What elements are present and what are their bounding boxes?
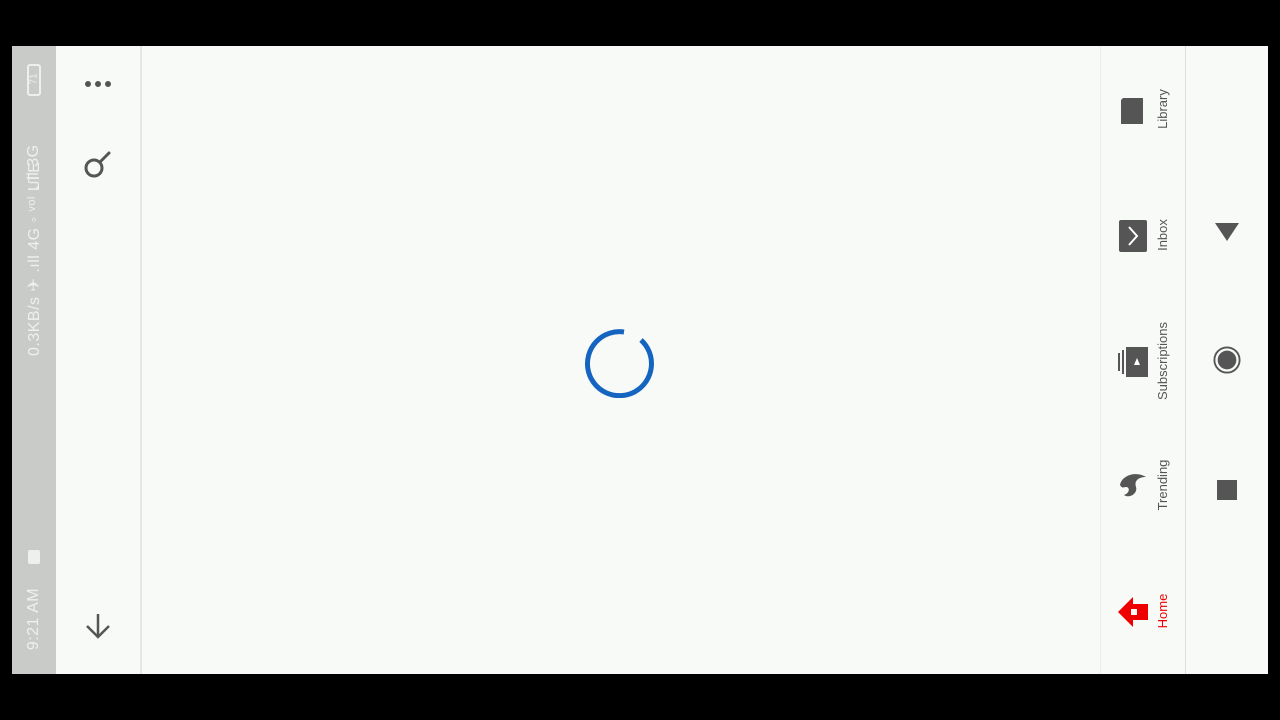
nav-label-subscriptions: Subscriptions — [1155, 321, 1170, 401]
home-circle-icon[interactable] — [1213, 346, 1241, 374]
system-navigation-bar — [1186, 46, 1268, 674]
device-screen: 71 .ıll 3G 0.3KB/s ✈ .ıll 4G ◦ ᵛᵒˡ LTE 9… — [12, 46, 1268, 674]
battery-icon: 71 — [27, 64, 41, 96]
nav-item-inbox[interactable]: Inbox — [1101, 180, 1185, 290]
network-speed-text: 0.3KB/s ✈ .ıll 4G ◦ ᵛᵒˡ LTE — [26, 161, 43, 356]
library-icon — [1115, 92, 1151, 128]
home-icon — [1115, 594, 1151, 630]
loading-spinner — [584, 329, 654, 398]
status-bar: 71 .ıll 3G 0.3KB/s ✈ .ıll 4G ◦ ᵛᵒˡ LTE 9… — [12, 46, 56, 674]
nav-item-trending[interactable]: Trending — [1101, 430, 1185, 540]
arrow-down-icon[interactable] — [80, 608, 116, 644]
more-dots-icon[interactable] — [80, 66, 116, 102]
nav-item-subscriptions[interactable]: Subscriptions — [1101, 306, 1185, 416]
back-triangle-icon[interactable] — [1213, 218, 1241, 246]
nav-label-home: Home — [1155, 593, 1170, 629]
nav-label-inbox: Inbox — [1155, 219, 1170, 251]
nav-item-library[interactable]: Library — [1101, 54, 1185, 164]
status-time: 9:21 AM — [25, 587, 42, 651]
recents-square-icon[interactable] — [1213, 476, 1241, 504]
subscriptions-icon — [1115, 344, 1151, 380]
trending-icon — [1115, 468, 1151, 504]
main-content — [142, 46, 1102, 674]
nav-label-library: Library — [1155, 89, 1170, 129]
nav-item-home[interactable]: Home — [1101, 556, 1185, 666]
inbox-icon — [1115, 218, 1151, 254]
nav-label-trending: Trending — [1155, 459, 1170, 511]
search-icon[interactable] — [80, 148, 116, 184]
bottom-navigation: Library Inbox Subscriptions Trending Hom… — [1100, 46, 1186, 674]
battery-level: 71 — [28, 73, 40, 85]
app-toolbar — [56, 46, 142, 674]
